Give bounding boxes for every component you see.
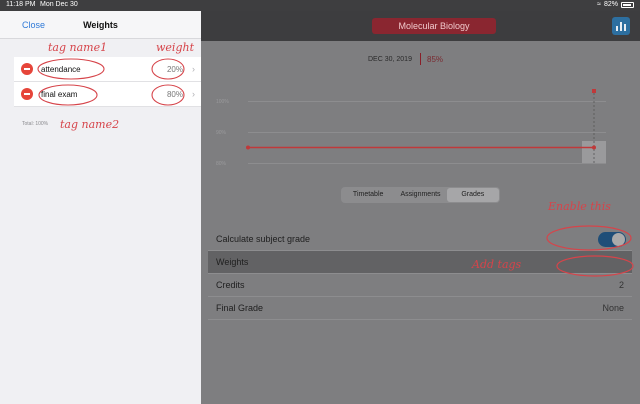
segmented-control: Timetable Assignments Grades [341,187,500,203]
close-button[interactable]: Close [22,20,45,30]
current-range-band [582,141,606,163]
status-right: ≈ 82% [597,1,634,8]
status-time: 11:18 PM [6,1,36,8]
popover-header: Weights Close [0,11,201,39]
y-tick-label: 80% [216,161,227,167]
annotation-weight: weight [156,41,194,54]
annotation-tag1: tag name1 [48,41,108,54]
battery-icon [621,1,634,8]
delete-icon[interactable] [21,88,33,100]
tab-assignments[interactable]: Assignments [394,188,446,202]
tab-timetable[interactable]: Timetable [342,188,394,202]
annotation-circle [151,58,185,80]
calculate-grade-label: Calculate subject grade [216,234,311,244]
chevron-right-icon: › [192,64,195,74]
tab-grades[interactable]: Grades [446,188,499,202]
grade-line-svg [246,89,606,163]
chevron-right-icon: › [192,89,195,99]
final-grade-label: Final Grade [216,303,264,313]
grade-point [592,145,596,150]
status-bar: 11:18 PM Mon Dec 30 ≈ 82% [0,0,640,11]
summary-date: DEC 30, 2019 [368,56,412,63]
annotation-circle [38,84,98,106]
y-tick-label: 90% [216,130,227,136]
annotation-add-tags: Add tags [472,258,522,271]
annotation-circle [151,84,185,106]
grade-chart: 100% 90% 80% [216,89,606,175]
battery-percent: 82% [603,1,618,8]
delete-icon[interactable] [21,63,33,75]
annotation-circle [546,225,632,251]
annotation-circle [37,58,105,80]
weights-label: Weights [216,257,249,267]
final-grade-row[interactable]: Final Grade None [208,297,632,320]
subject-title-button[interactable]: Molecular Biology [372,18,496,34]
wifi-icon: ≈ [597,1,601,8]
annotation-circle [556,255,634,277]
annotation-tag2: tag name2 [60,118,120,131]
credits-label: Credits [216,280,245,290]
chart-icon[interactable] [612,17,630,35]
status-date: Mon Dec 30 [40,1,78,8]
weights-total: Total: 100% [22,121,49,127]
final-grade-value: None [602,303,624,313]
summary-separator [420,53,421,65]
weights-popover: Weights Close attendance 20% › final exa… [0,11,201,404]
credits-value: 2 [618,280,624,290]
grade-point [246,145,250,150]
y-tick-label: 100% [216,99,229,105]
date-flag [592,89,596,93]
summary-percent: 85% [427,55,444,64]
annotation-enable: Enable this [548,200,611,213]
